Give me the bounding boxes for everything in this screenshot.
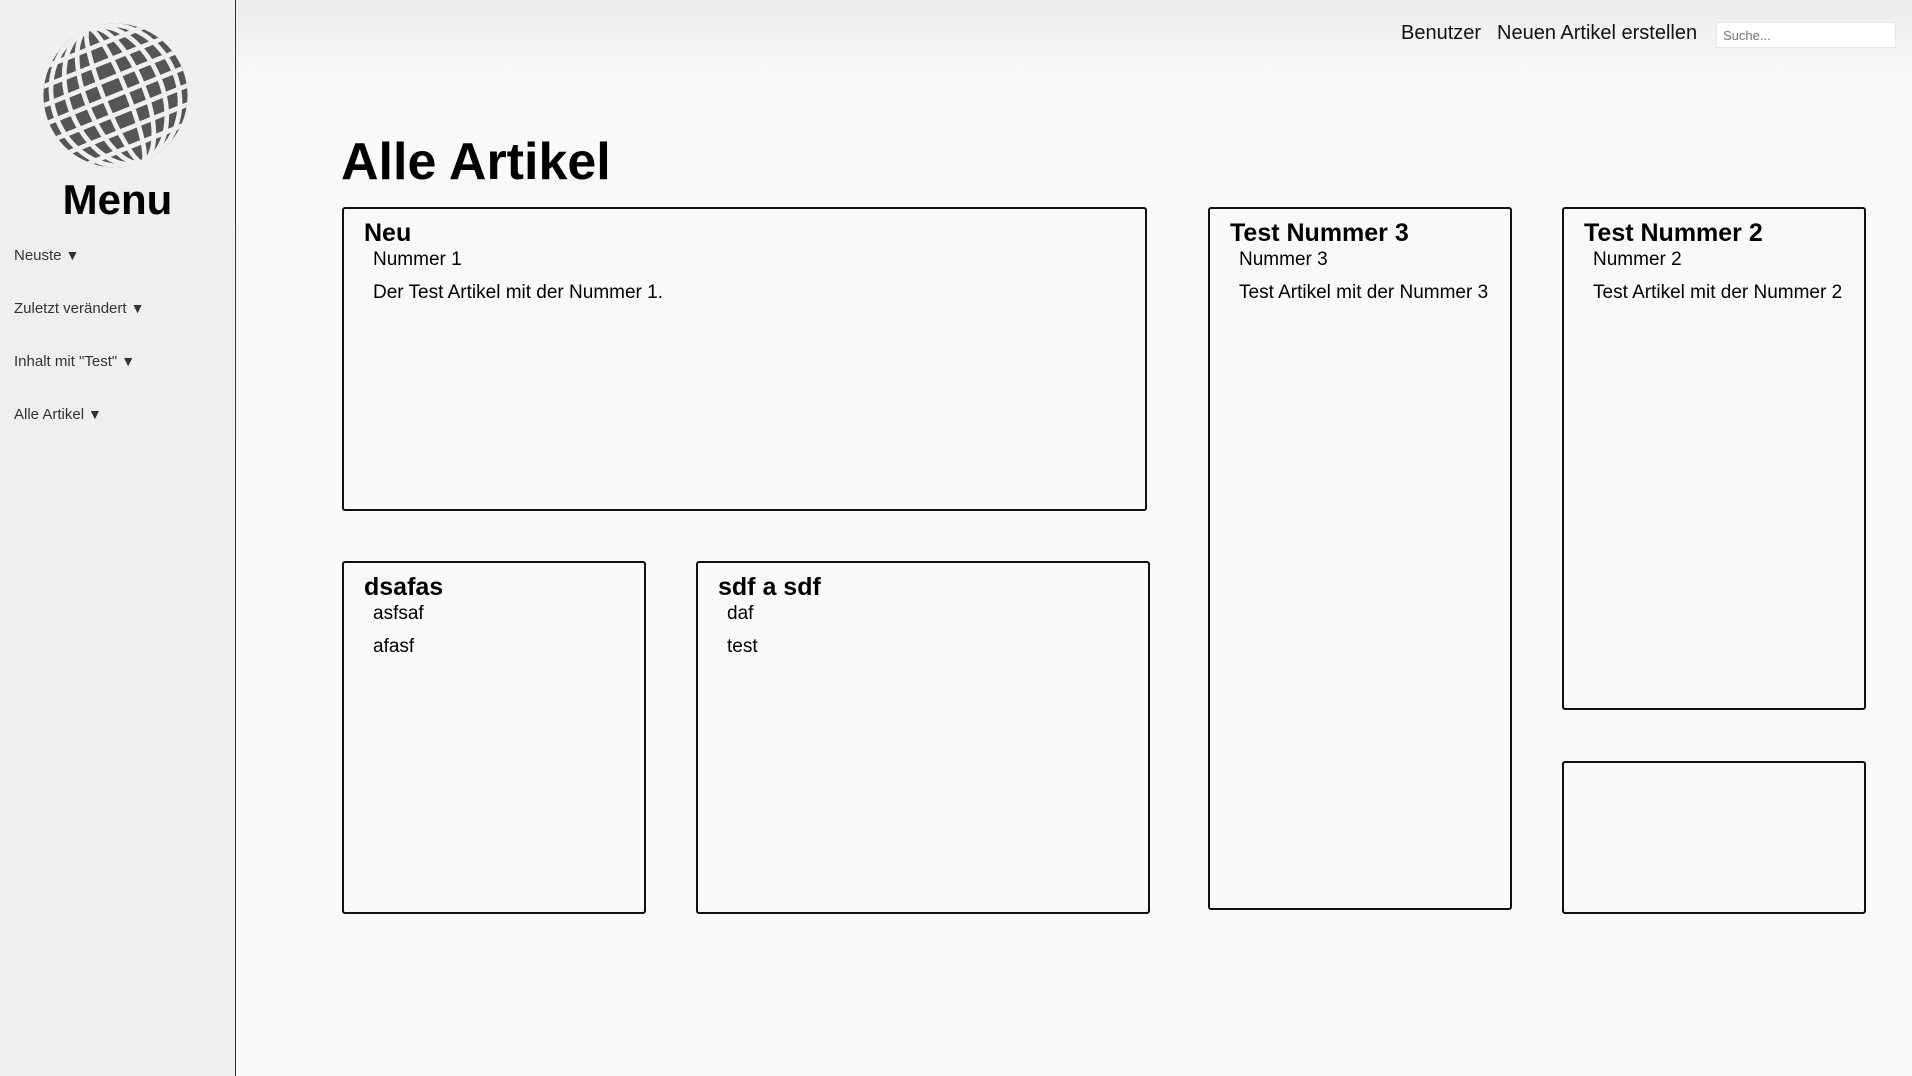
sidebar-item-label: Alle Artikel xyxy=(14,406,85,423)
article-title: Neu xyxy=(364,219,412,247)
sidebar: Menu Neuste ▼ Zuletzt verändert ▼ Inhalt m… xyxy=(0,0,236,1076)
page-title: Alle Artikel xyxy=(341,133,611,191)
article-body: Der Test Artikel mit der Nummer 1. xyxy=(373,282,664,303)
nav-link-neuen-artikel-erstellen[interactable]: Neuen Artikel erstellen xyxy=(1497,22,1697,45)
article-card[interactable]: Test Nummer 3 Nummer 3 Test Artikel mit … xyxy=(1208,207,1512,910)
article-body: Test Artikel mit der Nummer 2 xyxy=(1593,282,1843,303)
article-card[interactable]: dsafas asfsaf afasf xyxy=(342,561,646,914)
article-card[interactable]: Test Nummer 2 Nummer 2 Test Artikel mit … xyxy=(1562,207,1866,710)
article-body: Test Artikel mit der Nummer 3 xyxy=(1239,282,1489,303)
sidebar-item-label: Zuletzt verändert xyxy=(14,300,127,317)
sidebar-item-label: Neuste xyxy=(14,247,62,264)
dropdown-arrow-icon: ▼ xyxy=(65,247,80,263)
menu-title: Menu xyxy=(62,176,173,223)
nav-link-benutzer[interactable]: Benutzer xyxy=(1401,22,1481,45)
dropdown-arrow-icon: ▼ xyxy=(121,353,136,369)
article-title: dsafas xyxy=(364,573,444,601)
article-subtitle: asfsaf xyxy=(373,603,424,624)
article-subtitle: Nummer 2 xyxy=(1593,249,1682,270)
globe-icon xyxy=(42,22,189,169)
sidebar-item-alle-artikel[interactable]: Alle Artikel ▼ xyxy=(14,406,102,423)
article-body: test xyxy=(727,636,758,657)
sidebar-menu: Neuste ▼ Zuletzt verändert ▼ Inhalt mit "T… xyxy=(0,230,235,440)
sidebar-item-inhalt-mit-test[interactable]: Inhalt mit "Test" ▼ xyxy=(14,353,135,370)
sidebar-item-label: Inhalt mit "Test" xyxy=(14,353,118,370)
article-title: Test Nummer 2 xyxy=(1584,219,1763,247)
dropdown-arrow-icon: ▼ xyxy=(88,406,102,422)
sidebar-item-zuletzt-veraendert[interactable]: Zuletzt verändert ▼ xyxy=(14,300,144,317)
dropdown-arrow-icon: ▼ xyxy=(130,300,145,316)
article-title: sdf a sdf xyxy=(718,573,821,601)
article-subtitle: Nummer 3 xyxy=(1239,249,1328,270)
article-card[interactable]: Neu Nummer 1 Der Test Artikel mit der Nu… xyxy=(342,207,1147,511)
article-subtitle: daf xyxy=(727,603,754,624)
article-subtitle: Nummer 1 xyxy=(373,249,462,270)
article-card[interactable]: sdf a sdf daf test xyxy=(696,561,1150,914)
sidebar-item-neuste[interactable]: Neuste ▼ xyxy=(14,247,79,264)
top-bar: Benutzer Neuen Artikel erstellen xyxy=(236,0,1912,76)
search-input[interactable] xyxy=(1716,22,1896,48)
article-body: afasf xyxy=(373,636,415,657)
article-card-empty[interactable] xyxy=(1562,761,1866,914)
article-title: Test Nummer 3 xyxy=(1230,219,1409,247)
